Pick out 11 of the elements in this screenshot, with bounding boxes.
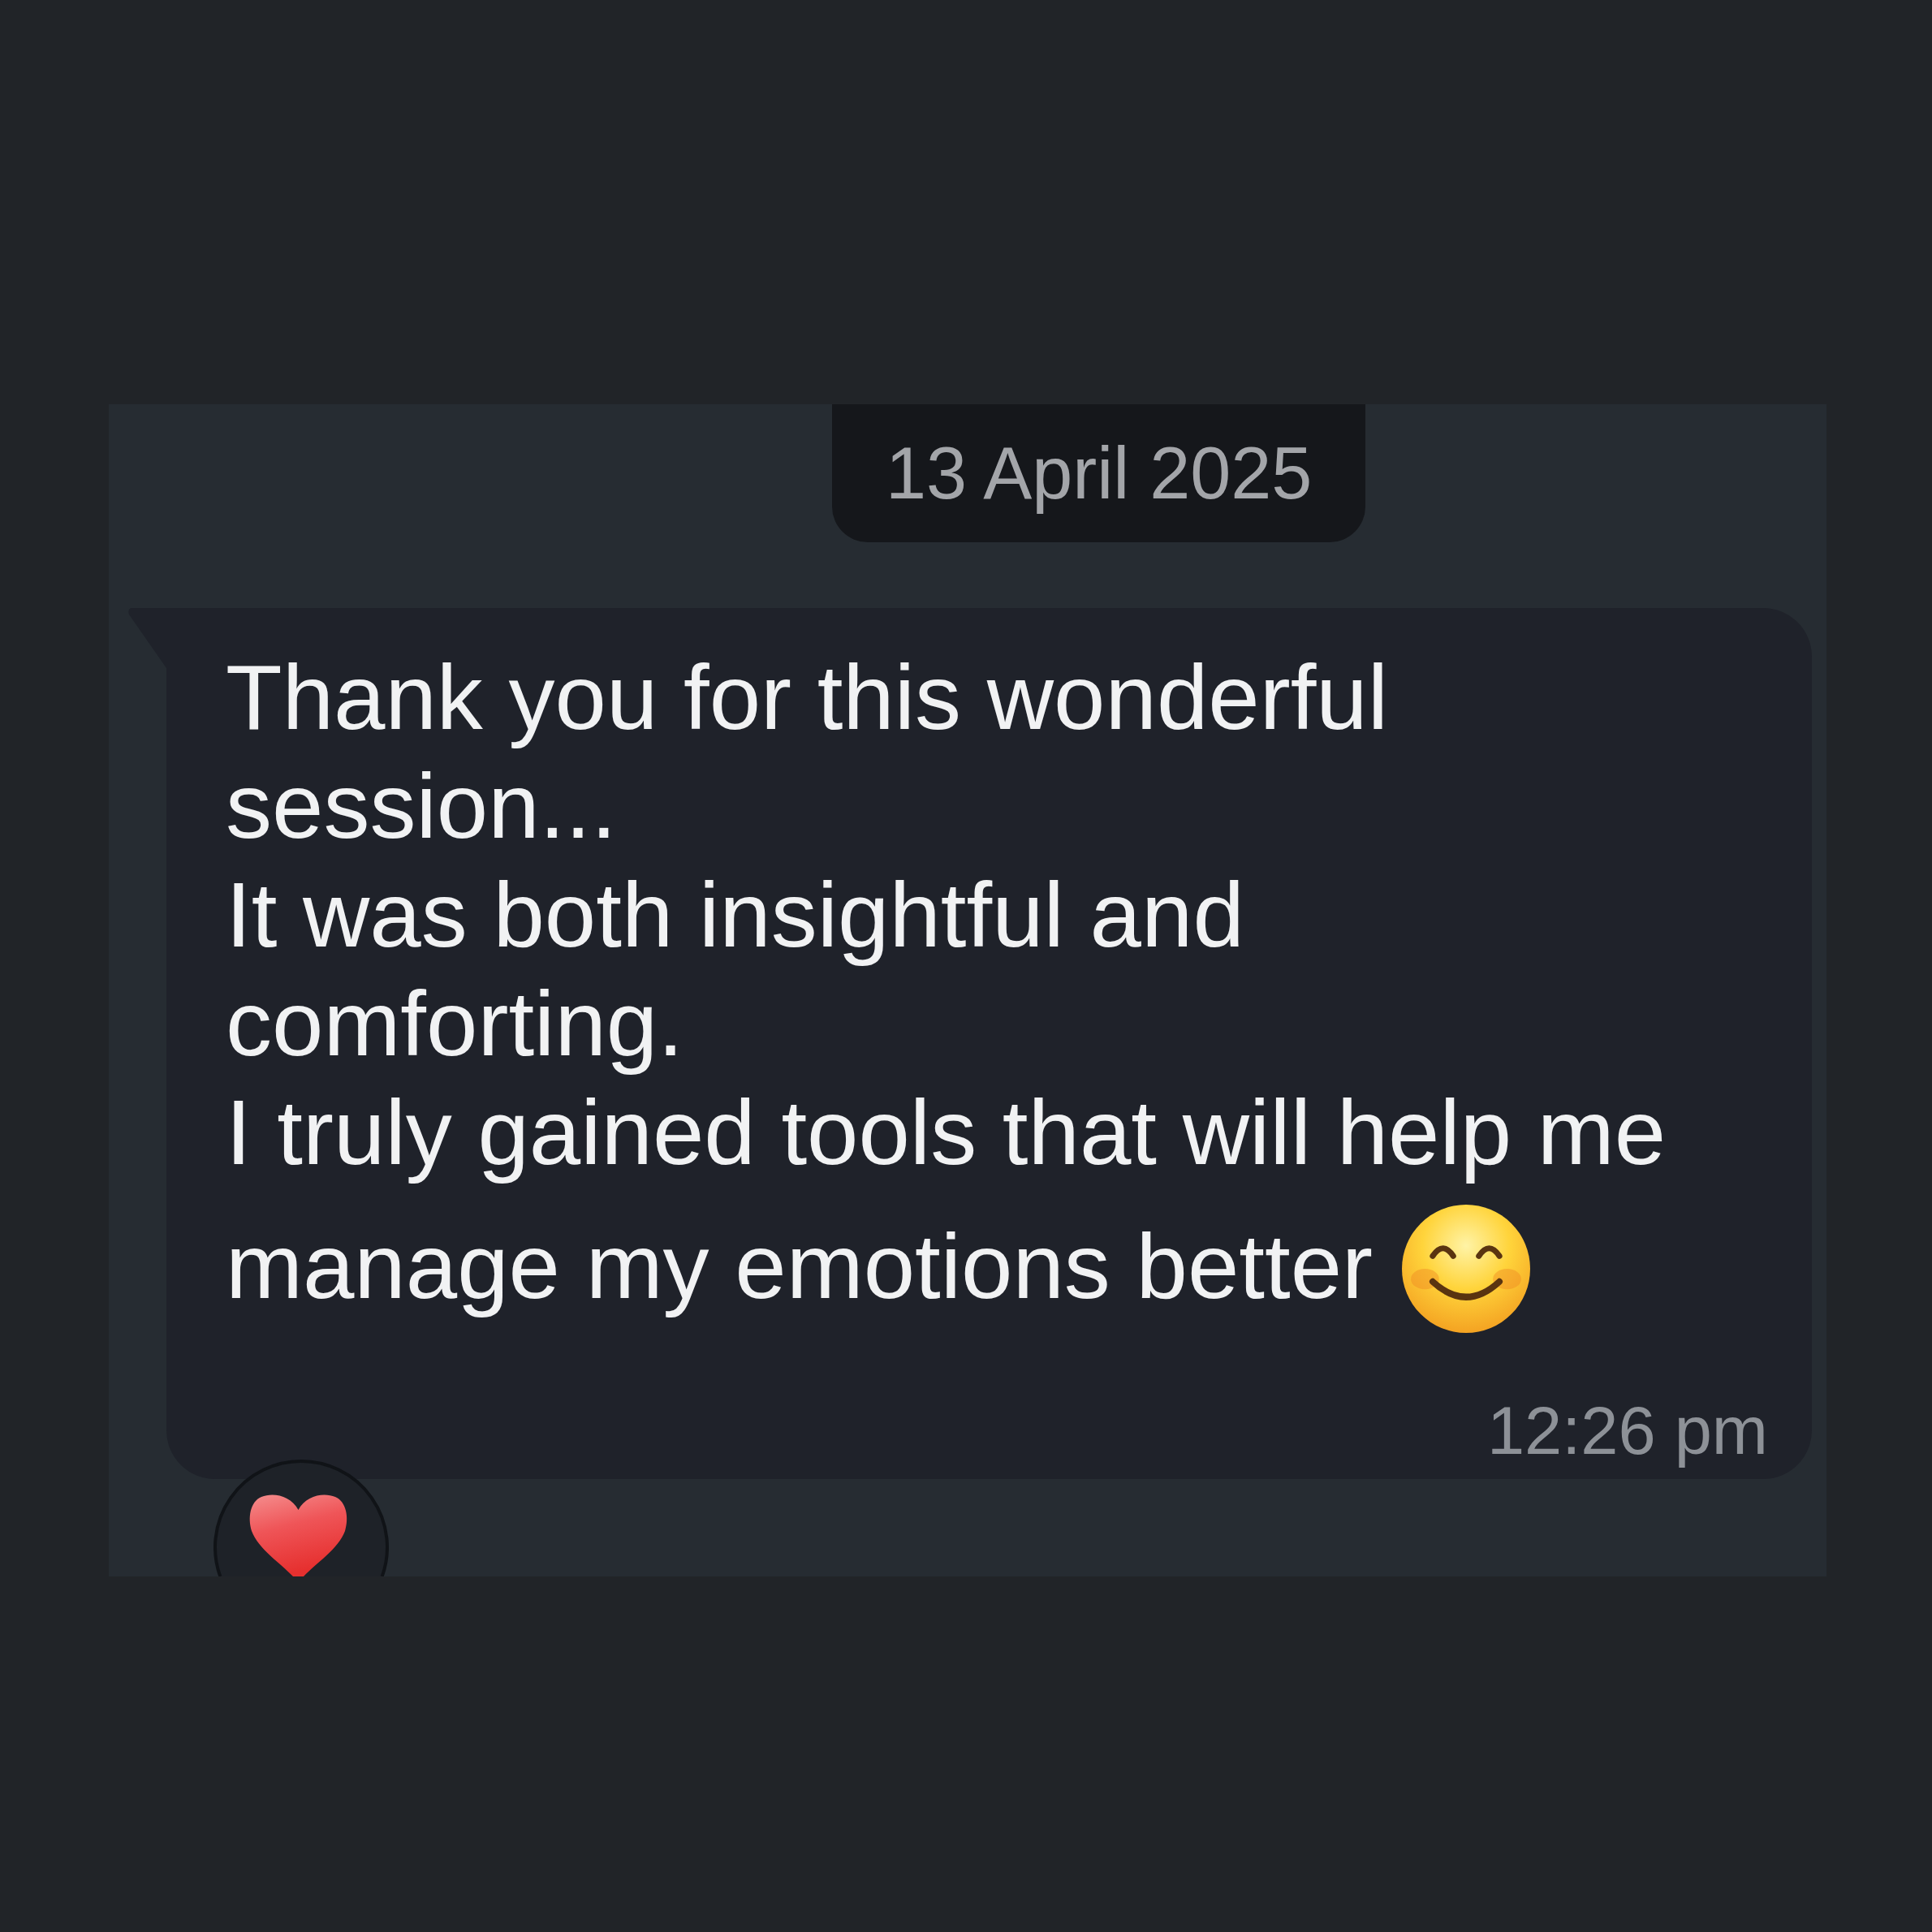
message-text: It was both insightful and bbox=[226, 863, 1244, 966]
message-text: manage my emotions better bbox=[226, 1214, 1374, 1317]
reaction-badge[interactable] bbox=[213, 1460, 389, 1576]
date-label: 13 April 2025 bbox=[832, 404, 1366, 542]
message-time: 12:26 pm bbox=[1486, 1392, 1768, 1470]
message-text: comforting. bbox=[226, 972, 684, 1075]
message-text: I truly gained tools that will help me bbox=[226, 1080, 1667, 1184]
smiling-face-icon bbox=[1402, 1205, 1531, 1333]
heart-icon bbox=[249, 1494, 347, 1576]
message-text: session... bbox=[226, 754, 617, 857]
message-text: Thank you for this wonderful bbox=[226, 645, 1389, 748]
